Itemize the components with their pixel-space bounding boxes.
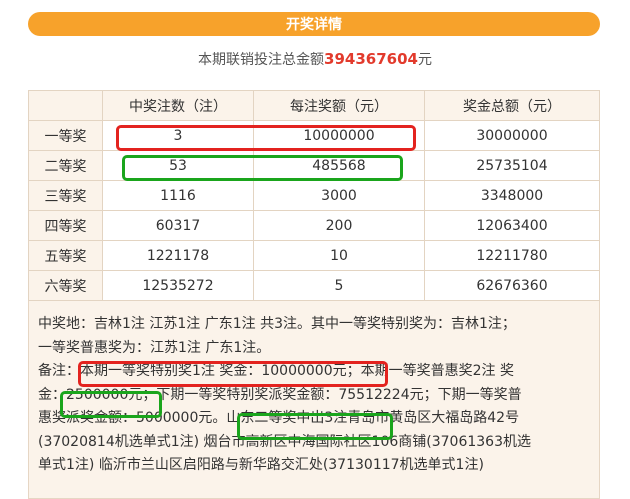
winner-count: 12535272 — [102, 270, 254, 301]
column-header-per-prize: 每注奖额（元） — [253, 90, 425, 121]
column-header-total-prize: 奖金总额（元） — [424, 90, 600, 121]
prize-level: 四等奖 — [28, 210, 103, 241]
prize-per-ticket: 200 — [253, 210, 425, 241]
winner-count: 1221178 — [102, 240, 254, 271]
prize-per-ticket: 5 — [253, 270, 425, 301]
prize-per-ticket: 3000 — [253, 180, 425, 211]
total-amount: 394367604 — [324, 50, 418, 68]
header-bar: 开奖详情 — [28, 12, 600, 36]
table-header-row: 中奖注数（注） 每注奖额（元） 奖金总额（元） — [28, 90, 600, 121]
notes-line: 单式1注) 临沂市兰山区启阳路与新华路交汇处(37130117机选单式1注) — [38, 457, 484, 473]
section-title: 开奖详情 — [286, 17, 342, 33]
prize-total: 25735104 — [424, 150, 600, 181]
winner-count: 1116 — [102, 180, 254, 211]
prize-total: 62676360 — [424, 270, 600, 301]
notes-line: 一等奖普惠奖为：江苏1注 广东1注。 — [38, 339, 271, 356]
prize-level: 三等奖 — [28, 180, 103, 211]
highlight-bonus-amount-note — [60, 391, 162, 418]
column-header-level — [28, 90, 103, 121]
total-prefix: 本期联销投注总金额 — [198, 52, 325, 68]
highlight-shandong-note — [237, 413, 393, 440]
prize-level: 五等奖 — [28, 240, 103, 271]
prize-level: 二等奖 — [28, 150, 103, 181]
prize-table: 中奖注数（注） 每注奖额（元） 奖金总额（元） 一等奖 3 10000000 3… — [28, 90, 600, 301]
highlight-special-prize-note — [78, 361, 388, 387]
total-sales-line: 本期联销投注总金额394367604元 — [0, 46, 630, 72]
prize-total: 12211780 — [424, 240, 600, 271]
notes-line: 中奖地：吉林1注 江苏1注 广东1注 共3注。其中一等奖特别奖为：吉林1注； — [38, 316, 516, 332]
column-header-count: 中奖注数（注） — [102, 90, 254, 121]
total-suffix: 元 — [417, 52, 432, 68]
table-row: 五等奖 1221178 10 12211780 — [28, 240, 600, 271]
table-row: 四等奖 60317 200 12063400 — [28, 210, 600, 241]
prize-total: 30000000 — [424, 120, 600, 151]
prize-level: 六等奖 — [28, 270, 103, 301]
highlight-first-prize-row — [116, 125, 416, 151]
prize-per-ticket: 10 — [253, 240, 425, 271]
table-row: 三等奖 1116 3000 3348000 — [28, 180, 600, 211]
winner-count: 60317 — [102, 210, 254, 241]
table-row: 六等奖 12535272 5 62676360 — [28, 270, 600, 301]
prize-total: 12063400 — [424, 210, 600, 241]
prize-total: 3348000 — [424, 180, 600, 211]
prize-level: 一等奖 — [28, 120, 103, 151]
highlight-second-prize-row — [122, 155, 403, 181]
